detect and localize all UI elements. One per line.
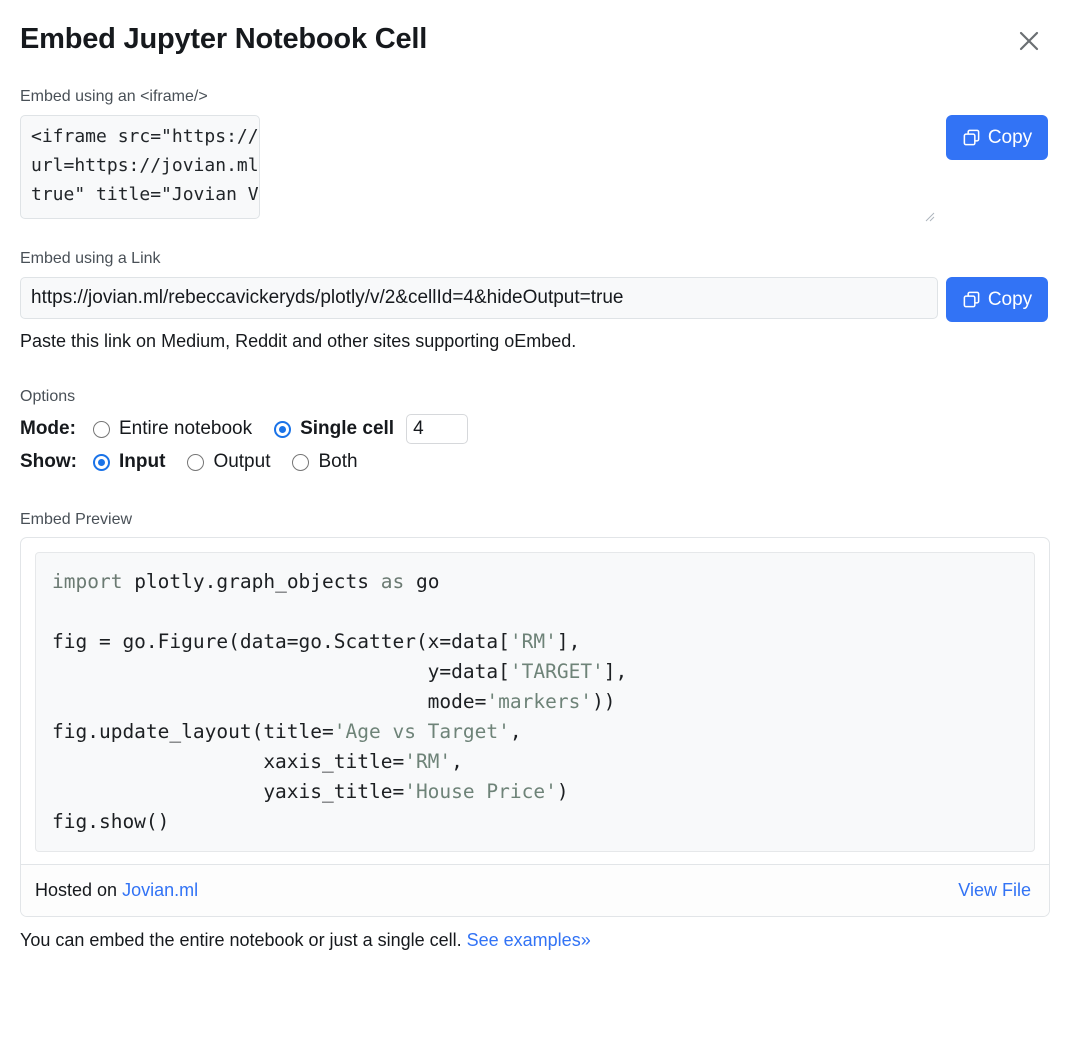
radio-icon[interactable] — [93, 420, 110, 438]
radio-icon[interactable] — [93, 453, 110, 471]
bottom-note: You can embed the entire notebook or jus… — [20, 930, 1048, 951]
copy-iframe-label: Copy — [987, 126, 1033, 148]
jovian-link[interactable]: Jovian.ml — [122, 880, 198, 900]
copy-icon — [963, 129, 980, 146]
copy-icon — [963, 291, 980, 308]
view-file-link[interactable]: View File — [958, 880, 1031, 901]
bottom-note-text: You can embed the entire notebook or jus… — [20, 930, 467, 950]
options-heading: Options — [20, 388, 76, 405]
copy-link-button[interactable]: Copy — [946, 277, 1048, 322]
copy-iframe-button[interactable]: Copy — [946, 115, 1048, 160]
preview-code-block: import plotly.graph_objects as go fig = … — [35, 552, 1035, 852]
show-row: Show: Input Output Both — [20, 451, 1048, 473]
link-embed-section: Embed using a Link Copy Paste this link … — [20, 250, 1048, 352]
mode-option-single-cell-label: Single cell — [300, 418, 395, 439]
link-embed-input[interactable] — [20, 277, 938, 319]
copy-link-label: Copy — [987, 288, 1033, 310]
show-option-output[interactable]: Output — [187, 451, 270, 473]
mode-option-single-cell[interactable]: Single cell — [274, 418, 394, 440]
preview-section: Embed Preview import plotly.graph_object… — [20, 511, 1050, 917]
embed-dialog: Embed Jupyter Notebook Cell Embed using … — [0, 0, 1074, 1037]
show-label: Show: — [20, 451, 77, 472]
see-examples-link[interactable]: See examples» — [467, 930, 591, 950]
resize-grip-icon — [925, 212, 935, 222]
options-section: Options Mode: Entire notebook Single cel… — [20, 388, 1048, 473]
dialog-header: Embed Jupyter Notebook Cell — [20, 20, 1048, 58]
iframe-embed-textarea[interactable]: <iframe src="https://jovian.ml/embed? ur… — [20, 115, 260, 219]
cell-number-input[interactable] — [406, 414, 469, 444]
show-option-output-label: Output — [213, 451, 271, 472]
link-embed-label: Embed using a Link — [20, 250, 161, 267]
radio-icon[interactable] — [292, 453, 310, 471]
hosted-on-text: Hosted on Jovian.ml — [35, 880, 198, 901]
page-title: Embed Jupyter Notebook Cell — [20, 23, 428, 55]
link-embed-hint: Paste this link on Medium, Reddit and ot… — [20, 331, 577, 351]
show-option-both-label: Both — [318, 451, 358, 472]
show-option-input[interactable]: Input — [93, 451, 165, 473]
iframe-textarea-wrap: <iframe src="https://jovian.ml/embed? ur… — [20, 115, 938, 224]
close-icon[interactable] — [1012, 24, 1046, 58]
link-embed-row: Copy — [20, 277, 1048, 322]
hosted-on-prefix: Hosted on — [35, 880, 123, 900]
mode-option-entire-notebook-label: Entire notebook — [119, 418, 253, 439]
radio-icon[interactable] — [274, 420, 292, 438]
preview-footer: Hosted on Jovian.ml View File — [21, 864, 1049, 916]
show-option-input-label: Input — [119, 451, 166, 472]
iframe-embed-label: Embed using an <iframe/> — [20, 88, 208, 105]
iframe-embed-row: <iframe src="https://jovian.ml/embed? ur… — [20, 115, 1048, 224]
preview-card: import plotly.graph_objects as go fig = … — [20, 537, 1050, 917]
radio-icon[interactable] — [187, 453, 205, 471]
mode-row: Mode: Entire notebook Single cell — [20, 414, 1048, 444]
mode-label: Mode: — [20, 418, 76, 439]
mode-option-entire-notebook[interactable]: Entire notebook — [93, 418, 252, 440]
iframe-embed-section: Embed using an <iframe/> <iframe src="ht… — [20, 88, 1048, 224]
show-option-both[interactable]: Both — [292, 451, 358, 473]
preview-heading: Embed Preview — [20, 511, 133, 528]
